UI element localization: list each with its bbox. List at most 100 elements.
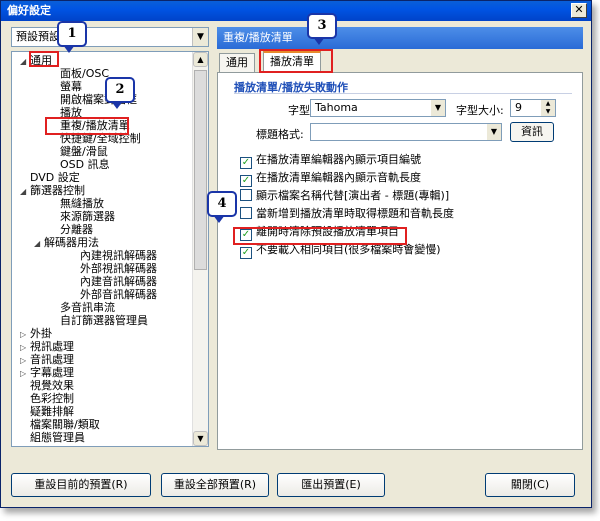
info-button[interactable]: 資訊 [510,122,554,142]
tree-item[interactable]: 鍵盤/滑鼠 [50,145,108,158]
preset-combo-value: 預設預設 [16,30,60,43]
tree-item-label: 色彩控制 [30,392,74,405]
tree-item-label: 疑難排解 [30,405,74,418]
tree-item-label: 分離器 [60,223,93,236]
tree-item[interactable]: 檔案關聯/類取 [20,418,100,431]
title-format-select[interactable]: ▼ [310,123,502,141]
tree-item[interactable]: 色彩控制 [20,392,74,405]
playlist-panel: 播放清單/播放失敗動作 字型: Tahoma ▼ 字型大小: 9 ▲ ▼ 標題格式… [217,72,583,450]
option-label: 當新增到播放清單時取得標題和音軌長度 [256,207,454,220]
reset-current-button[interactable]: 重設目前的預置(R) [11,473,151,497]
tree-item-label: 檔案關聯/類取 [30,418,100,431]
title-bar: 偏好設定 ✕ [1,1,591,21]
window-title: 偏好設定 [7,4,51,17]
font-select-value: Tahoma [315,101,358,114]
tree-item[interactable]: 內建視訊解碼器 [70,249,157,262]
settings-tree: ▲ ▼ ◢ 通用 面板/OSC 螢幕 開啟檔案對話框 播放 重複/播放清單 快捷鍵/全域控制鍵… [11,51,209,447]
tree-item[interactable]: 分離器 [50,223,93,236]
checkmark-icon[interactable]: ✓ [240,157,252,169]
checkbox-empty-icon[interactable] [240,207,252,219]
tree-item-label: 來源篩選器 [60,210,115,223]
chevron-down-icon[interactable]: ▼ [431,100,445,116]
tree-item[interactable]: 視覺效果 [20,379,74,392]
tree-scrollbar[interactable]: ▲ ▼ [192,52,208,446]
tree-item[interactable]: ▷ 外掛 [20,327,52,340]
tree-item-label: 外部視訊解碼器 [80,262,157,275]
tree-item[interactable]: DVD 設定 [20,171,80,184]
option-label: 在播放清單編輯器內顯示音軌長度 [256,171,421,184]
tree-item-label: 視覺效果 [30,379,74,392]
preset-combo[interactable]: 預設預設 ▼ [11,27,209,47]
tree-item[interactable]: 疑難排解 [20,405,74,418]
tree-item[interactable]: 組態管理員 [20,431,85,444]
tree-item-label: 內建視訊解碼器 [80,249,157,262]
tree-item-label: 視訊處理 [30,340,74,353]
tree-item[interactable]: 無縫播放 [50,197,104,210]
tree-item[interactable]: 外部音訊解碼器 [70,288,157,301]
callout-2: 2 [105,77,135,109]
option-checkbox[interactable]: 當新增到播放清單時取得標題和音軌長度 [240,207,454,221]
tree-item-label: 外掛 [30,327,52,340]
callout-4: 4 [207,191,237,223]
tree-item-label: 面板/OSC [60,67,110,80]
reset-all-button[interactable]: 重設全部預置(R) [161,473,269,497]
checkmark-icon[interactable]: ✓ [240,175,252,187]
tree-item[interactable]: 多音訊串流 [50,301,115,314]
font-select[interactable]: Tahoma ▼ [310,99,446,117]
tree-item[interactable]: OSD 訊息 [50,158,110,171]
scroll-thumb[interactable] [194,70,207,270]
close-button[interactable]: 關閉(C) [485,473,575,497]
checkmark-icon[interactable]: ✓ [240,247,252,259]
highlight-general [29,51,59,67]
tree-item[interactable]: 內建音訊解碼器 [70,275,157,288]
tree-item[interactable]: ▷ 音訊處理 [20,353,74,366]
tab-general[interactable]: 通用 [219,53,255,72]
tree-item[interactable]: 面板/OSC [50,67,109,80]
tree-item[interactable]: 外部視訊解碼器 [70,262,157,275]
chevron-down-icon[interactable]: ▼ [487,124,501,140]
tree-toggle-icon[interactable]: ◢ [34,237,44,250]
tree-item[interactable]: ◢ 篩選器控制 [20,184,85,197]
tree-item[interactable]: ▷ 視訊處理 [20,340,74,353]
tree-item-label: 組態管理員 [30,431,85,444]
export-button[interactable]: 匯出預置(E) [277,473,385,497]
option-label: 在播放清單編輯器內顯示項目編號 [256,153,421,166]
highlight-clear-option [233,227,407,245]
tree-item-label: 無縫播放 [60,197,104,210]
tree-item-label: 內建音訊解碼器 [80,275,157,288]
tree-item[interactable]: 自訂篩選器管理員 [50,314,148,327]
tree-item-label: 音訊處理 [30,353,74,366]
tree-item[interactable]: 來源篩選器 [50,210,115,223]
scroll-down-icon[interactable]: ▼ [193,431,208,446]
font-size-spinner[interactable]: 9 ▲ ▼ [510,99,556,117]
font-size-value: 9 [515,101,522,114]
tree-item-label: 鍵盤/滑鼠 [60,145,108,158]
tree-item-label: OSD 訊息 [60,158,110,171]
spinner-arrows-icon[interactable]: ▲ ▼ [541,100,555,116]
font-size-label: 字型大小: [456,104,504,117]
option-checkbox[interactable]: 顯示檔案名稱代替[演出者 - 標題(專輯)] [240,189,449,203]
tree-item-label: 螢幕 [60,80,82,93]
close-icon[interactable]: ✕ [571,3,587,18]
checkbox-empty-icon[interactable] [240,189,252,201]
callout-3: 3 [307,13,337,45]
option-checkbox[interactable]: ✓ 在播放清單編輯器內顯示音軌長度 [240,171,421,187]
callout-1: 1 [57,21,87,53]
highlight-playlist-tab [259,49,333,73]
preferences-window: 偏好設定 ✕ 預設預設 ▼ ▲ ▼ ◢ 通用 面板/OSC 螢幕 開啟檔案對話框 播放 重複… [0,0,592,508]
tree-item-label: 篩選器控制 [30,184,85,197]
option-checkbox[interactable]: ✓ 不要載入相同項目(很多檔案時會變慢) [240,243,441,259]
highlight-playlist-node [45,117,129,135]
tree-item[interactable]: ◢ 解碼器用法 [34,236,99,249]
tree-item-label: 外部音訊解碼器 [80,288,157,301]
section-header: 重複/播放清單 [217,27,583,49]
tree-item-label: DVD 設定 [30,171,80,184]
title-format-label: 標題格式: [256,128,304,141]
tree-toggle-icon[interactable]: ◢ [20,185,30,198]
option-checkbox[interactable]: ✓ 在播放清單編輯器內顯示項目編號 [240,153,421,169]
scroll-up-icon[interactable]: ▲ [193,52,208,67]
tree-item[interactable]: ▷ 字幕處理 [20,366,74,379]
chevron-down-icon[interactable]: ▼ [192,28,208,46]
tree-item-label: 解碼器用法 [44,236,99,249]
tree-item[interactable]: 螢幕 [50,80,82,93]
